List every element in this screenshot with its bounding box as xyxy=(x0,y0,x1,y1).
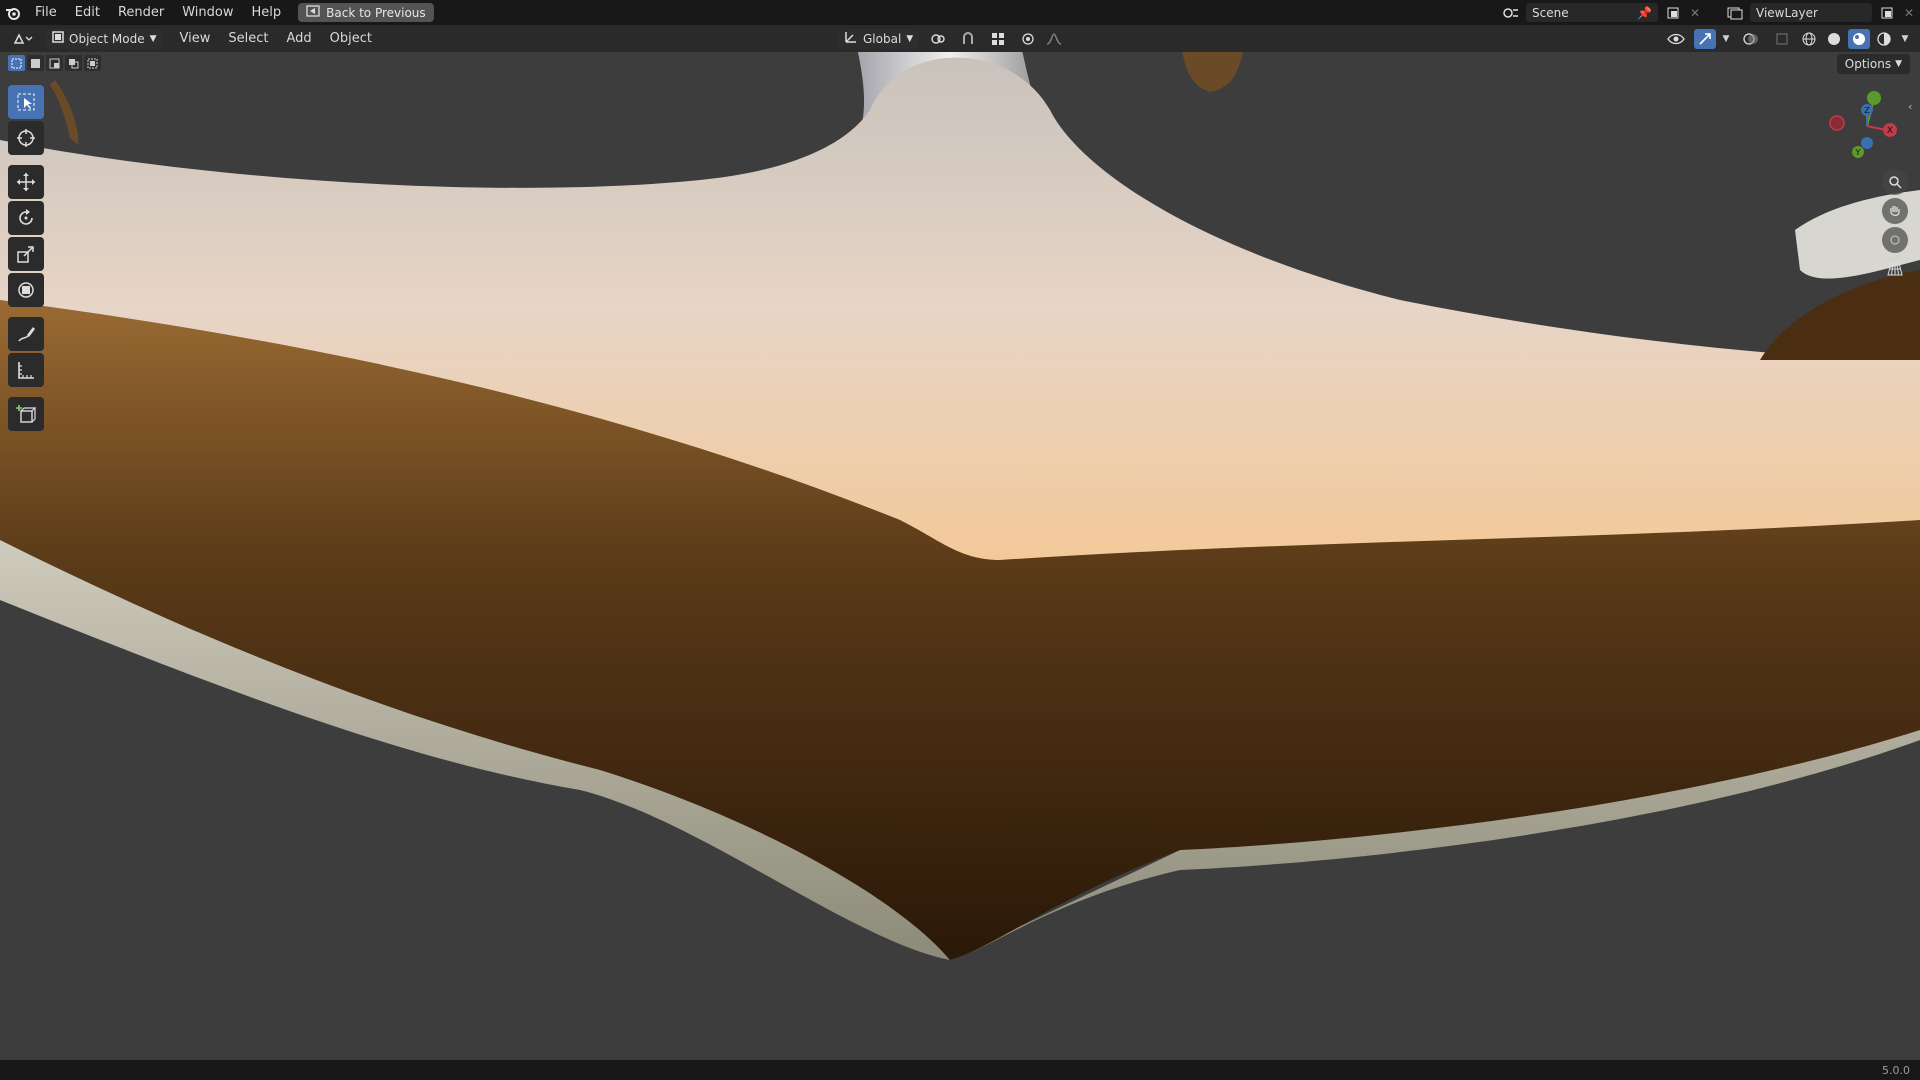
top-bar: File Edit Render Window Help Back to Pre… xyxy=(0,0,1920,25)
menu-window[interactable]: Window xyxy=(173,0,242,25)
xray-toggle-icon[interactable] xyxy=(1769,29,1795,49)
snap-toggle-icon[interactable] xyxy=(957,29,979,49)
selection-mode-buttons xyxy=(8,55,101,71)
menu-help[interactable]: Help xyxy=(243,0,291,25)
options-label: Options xyxy=(1844,57,1892,71)
new-scene-icon[interactable] xyxy=(1662,3,1684,23)
select-intersect-icon[interactable] xyxy=(84,55,101,71)
delete-view-layer-icon[interactable]: ✕ xyxy=(1898,3,1920,23)
menu-object[interactable]: Object xyxy=(321,26,381,51)
scale-tool-icon[interactable] xyxy=(8,237,44,271)
navigation-gizmo[interactable]: Z X Y xyxy=(1820,86,1914,166)
transform-controls: Global ▼ xyxy=(838,28,1065,49)
menu-view[interactable]: View xyxy=(171,26,220,51)
delete-scene-icon[interactable]: ✕ xyxy=(1684,3,1706,23)
pan-hand-icon[interactable] xyxy=(1882,198,1908,224)
camera-view-icon[interactable] xyxy=(1882,227,1908,253)
version-label: 5.0.0 xyxy=(1882,1063,1910,1077)
select-difference-icon[interactable] xyxy=(65,55,82,71)
scene-type-icon[interactable] xyxy=(1496,3,1526,23)
status-bar: 5.0.0 xyxy=(0,1060,1920,1080)
menu-select[interactable]: Select xyxy=(219,26,277,51)
move-tool-icon[interactable] xyxy=(8,165,44,199)
rotate-tool-icon[interactable] xyxy=(8,201,44,235)
gizmo-neg-x-icon[interactable] xyxy=(1829,115,1845,131)
annotate-tool-icon[interactable] xyxy=(8,317,44,351)
viewport-display-controls: ▼ ▼ xyxy=(1661,28,1912,49)
select-extend-icon[interactable] xyxy=(27,55,44,71)
select-subtract-icon[interactable] xyxy=(46,55,63,71)
view-layer-name: ViewLayer xyxy=(1756,5,1818,20)
chevron-down-icon[interactable]: ▼ xyxy=(1719,29,1733,49)
scene-name: Scene xyxy=(1532,5,1569,20)
back-to-previous-label: Back to Previous xyxy=(326,5,426,20)
pivot-point-icon[interactable] xyxy=(923,29,953,49)
menu-file[interactable]: File xyxy=(26,0,66,25)
gizmo-y-label: Y xyxy=(1855,148,1861,157)
add-cube-tool-icon[interactable] xyxy=(8,397,44,431)
visibility-icon[interactable] xyxy=(1661,29,1691,49)
chevron-down-icon: ▼ xyxy=(1895,59,1902,69)
proportional-edit-icon[interactable] xyxy=(1017,29,1039,49)
menu-edit[interactable]: Edit xyxy=(66,0,109,25)
view-layer-field[interactable]: ViewLayer xyxy=(1750,3,1872,22)
chevron-down-icon: ▼ xyxy=(906,33,914,44)
back-to-previous-button[interactable]: Back to Previous xyxy=(298,3,434,22)
options-dropdown[interactable]: Options ▼ xyxy=(1836,54,1910,74)
orientation-icon xyxy=(844,30,858,47)
new-view-layer-icon[interactable] xyxy=(1876,3,1898,23)
view-layer-icon[interactable] xyxy=(1720,3,1750,23)
pin-icon[interactable]: 📌 xyxy=(1637,6,1652,20)
zoom-icon[interactable] xyxy=(1882,169,1908,195)
shading-options-chevron-icon[interactable]: ▼ xyxy=(1898,29,1912,49)
chevron-down-icon: ▼ xyxy=(149,33,157,44)
scene-controls: Scene 📌 ✕ ViewLayer ✕ xyxy=(1496,0,1920,25)
overlays-icon[interactable] xyxy=(1736,29,1766,49)
transform-tool-icon[interactable] xyxy=(8,273,44,307)
wireframe-shading-icon[interactable] xyxy=(1798,29,1820,49)
material-preview-shading-icon[interactable] xyxy=(1848,28,1870,49)
object-mode-icon xyxy=(52,31,64,46)
3d-viewport[interactable] xyxy=(0,40,1920,1060)
solid-shading-icon[interactable] xyxy=(1823,29,1845,49)
snap-target-icon[interactable] xyxy=(983,29,1013,49)
transform-orientation-dropdown[interactable]: Global ▼ xyxy=(838,28,920,49)
gizmo-neg-z-icon[interactable] xyxy=(1861,137,1873,149)
select-new-icon[interactable] xyxy=(8,55,25,71)
gizmo-y-axis-icon[interactable] xyxy=(1867,91,1881,105)
gizmo-toggle-icon[interactable] xyxy=(1694,28,1716,49)
menu-render[interactable]: Render xyxy=(109,0,173,25)
scene-name-field[interactable]: Scene 📌 xyxy=(1526,3,1658,22)
viewport-render xyxy=(0,40,1920,960)
cursor-tool-icon[interactable] xyxy=(8,121,44,155)
tool-shelf xyxy=(8,85,46,431)
blender-logo-icon[interactable] xyxy=(0,6,26,20)
gizmo-z-label: Z xyxy=(1864,106,1870,115)
perspective-toggle-icon[interactable] xyxy=(1882,256,1908,282)
mode-label: Object Mode xyxy=(69,31,145,46)
back-icon xyxy=(306,5,320,20)
menu-add[interactable]: Add xyxy=(277,26,320,51)
orientation-label: Global xyxy=(863,31,902,46)
viewport-header: Object Mode ▼ View Select Add Object Glo… xyxy=(0,25,1920,52)
select-box-tool-icon[interactable] xyxy=(8,85,44,119)
rendered-shading-icon[interactable] xyxy=(1873,29,1895,49)
gizmo-x-label: X xyxy=(1887,126,1893,136)
editor-type-icon[interactable] xyxy=(6,29,40,49)
measure-tool-icon[interactable] xyxy=(8,353,44,387)
falloff-icon[interactable] xyxy=(1043,29,1065,49)
mode-dropdown[interactable]: Object Mode ▼ xyxy=(46,28,163,49)
